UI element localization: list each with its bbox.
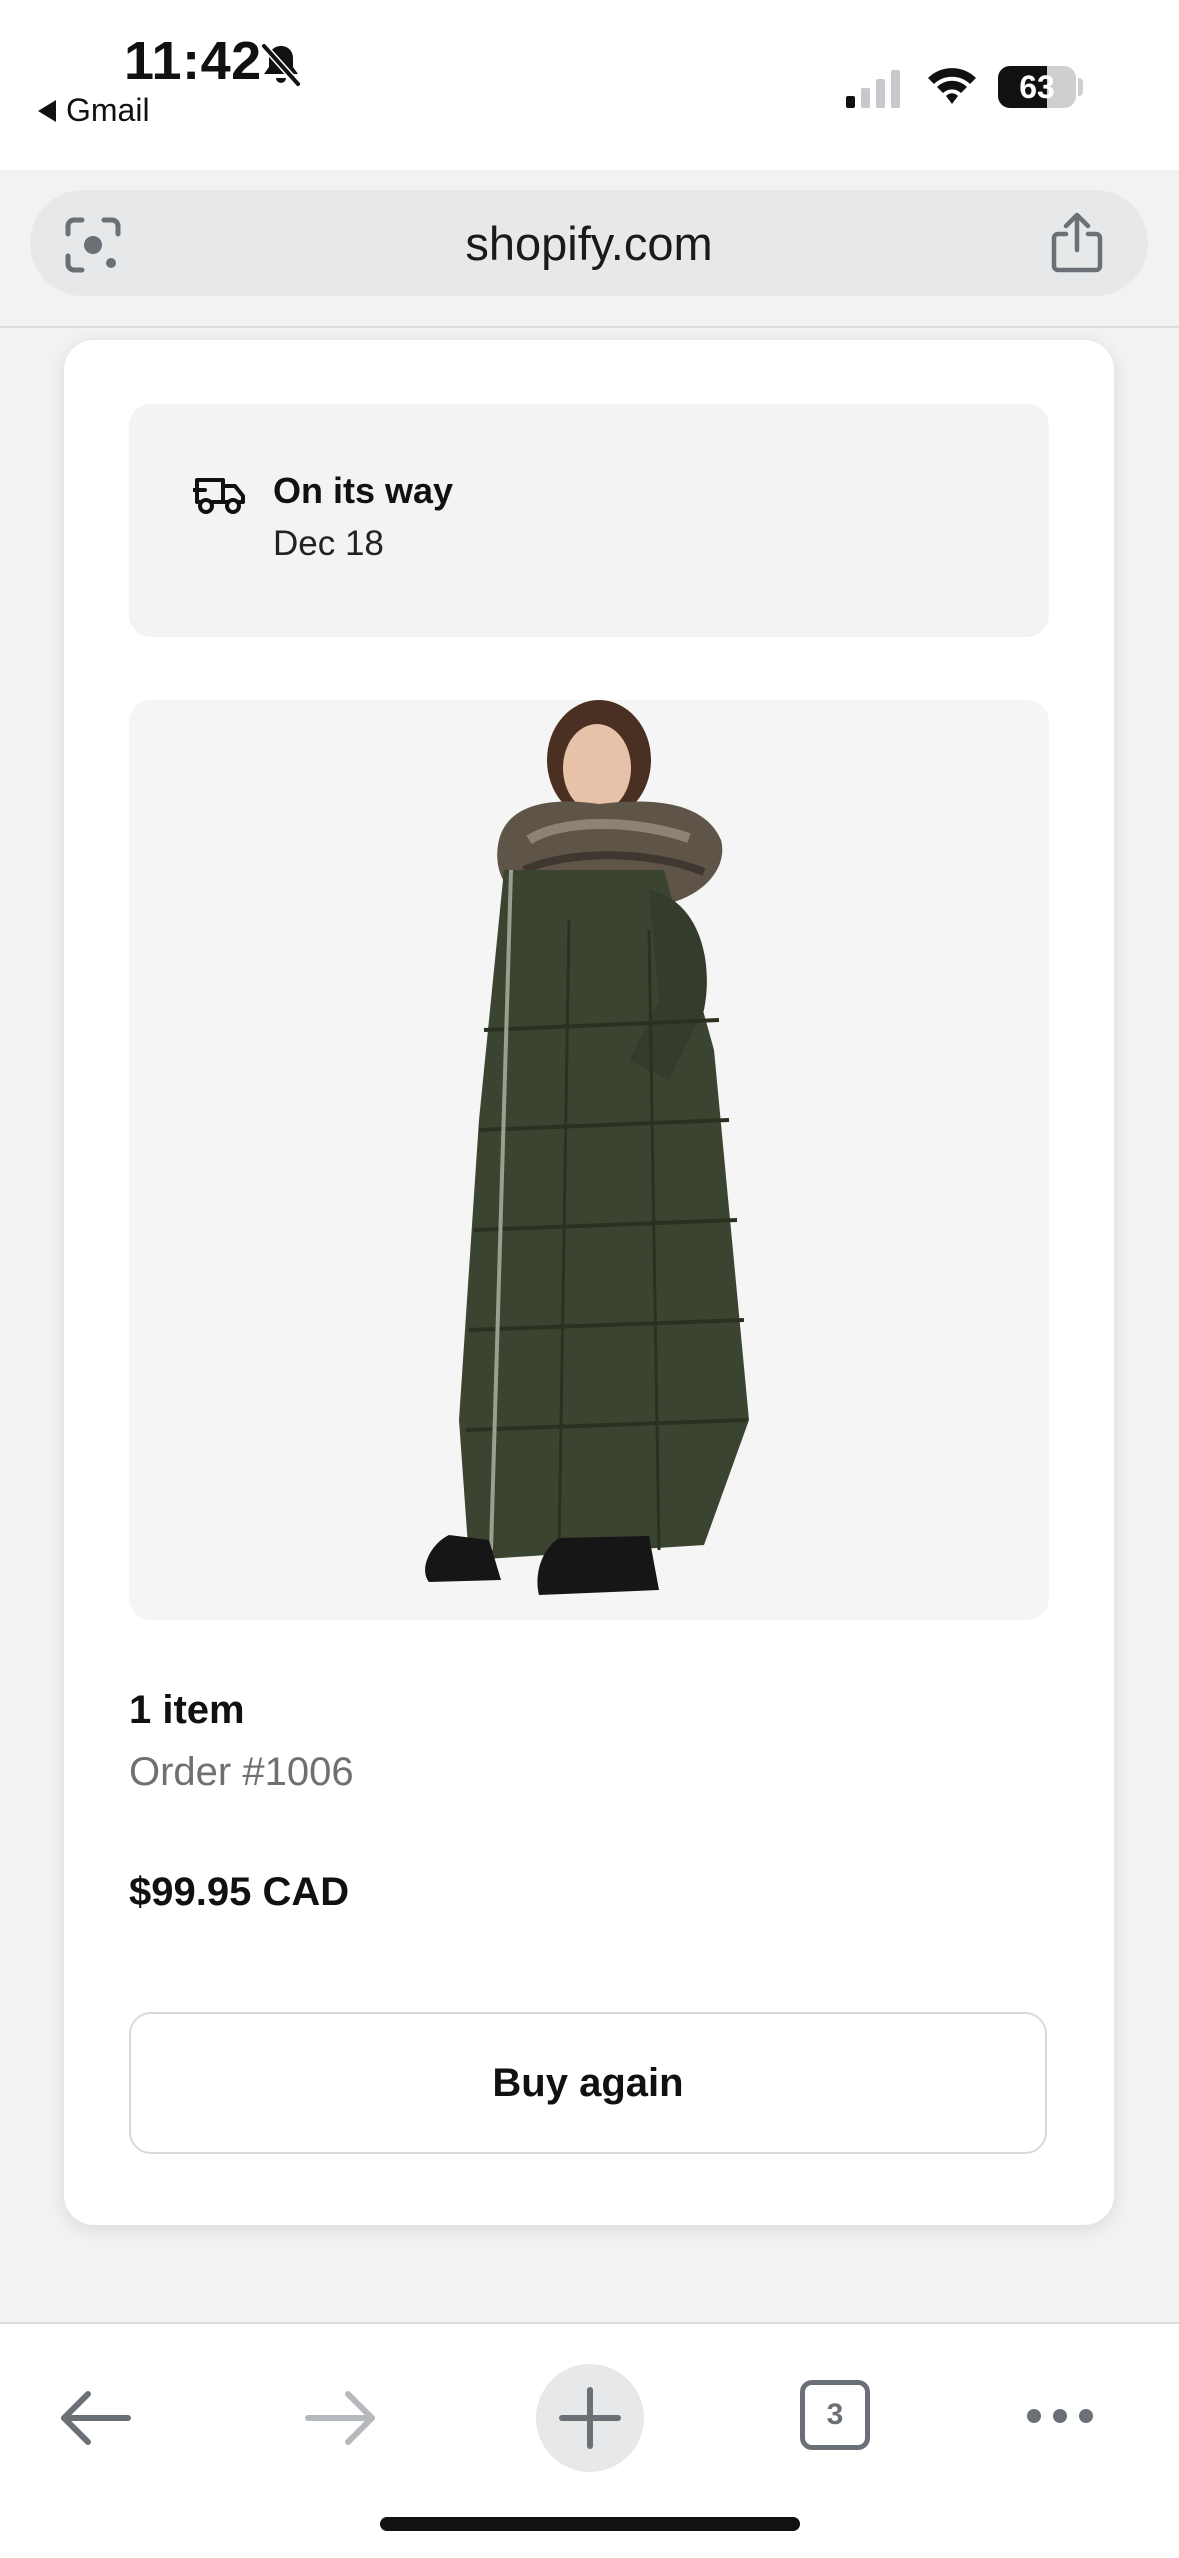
back-app-label: Gmail [66, 92, 150, 128]
item-count: 1 item [129, 1688, 245, 1732]
cellular-signal-icon [846, 70, 900, 108]
wifi-icon [928, 68, 976, 104]
shipment-status-box: On its way Dec 18 [129, 404, 1049, 637]
status-bar: 11:42 Gmail 63 [0, 0, 1179, 170]
delivery-truck-icon [193, 478, 245, 514]
tab-switcher-button[interactable]: 3 [800, 2380, 870, 2450]
shipment-date: Dec 18 [273, 524, 384, 563]
url-text[interactable]: shopify.com [30, 190, 1148, 296]
share-icon[interactable] [1048, 210, 1106, 274]
status-time: 11:42 [124, 31, 262, 91]
toolbar-divider [0, 326, 1179, 328]
product-image [425, 700, 749, 1595]
order-number: Order #1006 [129, 1750, 354, 1794]
back-to-app-link[interactable]: Gmail [38, 92, 150, 129]
back-triangle-icon [38, 99, 56, 122]
battery-cap [1078, 78, 1083, 96]
home-indicator[interactable] [380, 2517, 800, 2531]
product-image-box[interactable] [129, 700, 1049, 1620]
shipment-status: On its way [273, 470, 454, 511]
address-bar[interactable]: shopify.com [30, 190, 1148, 296]
plus-icon [559, 2387, 621, 2449]
battery-indicator: 63 [998, 66, 1076, 108]
battery-percentage: 63 [1019, 68, 1055, 105]
order-card: On its way Dec 18 1 item Order #1006 $99… [64, 340, 1114, 2225]
buy-again-button[interactable]: Buy again [129, 2012, 1047, 2154]
order-total: $99.95 CAD [129, 1870, 350, 1914]
forward-arrow-icon[interactable] [304, 2388, 378, 2448]
back-arrow-icon[interactable] [58, 2388, 132, 2448]
new-tab-button[interactable] [536, 2364, 644, 2472]
more-options-icon[interactable] [1024, 2404, 1096, 2428]
bell-muted-icon [261, 43, 301, 87]
